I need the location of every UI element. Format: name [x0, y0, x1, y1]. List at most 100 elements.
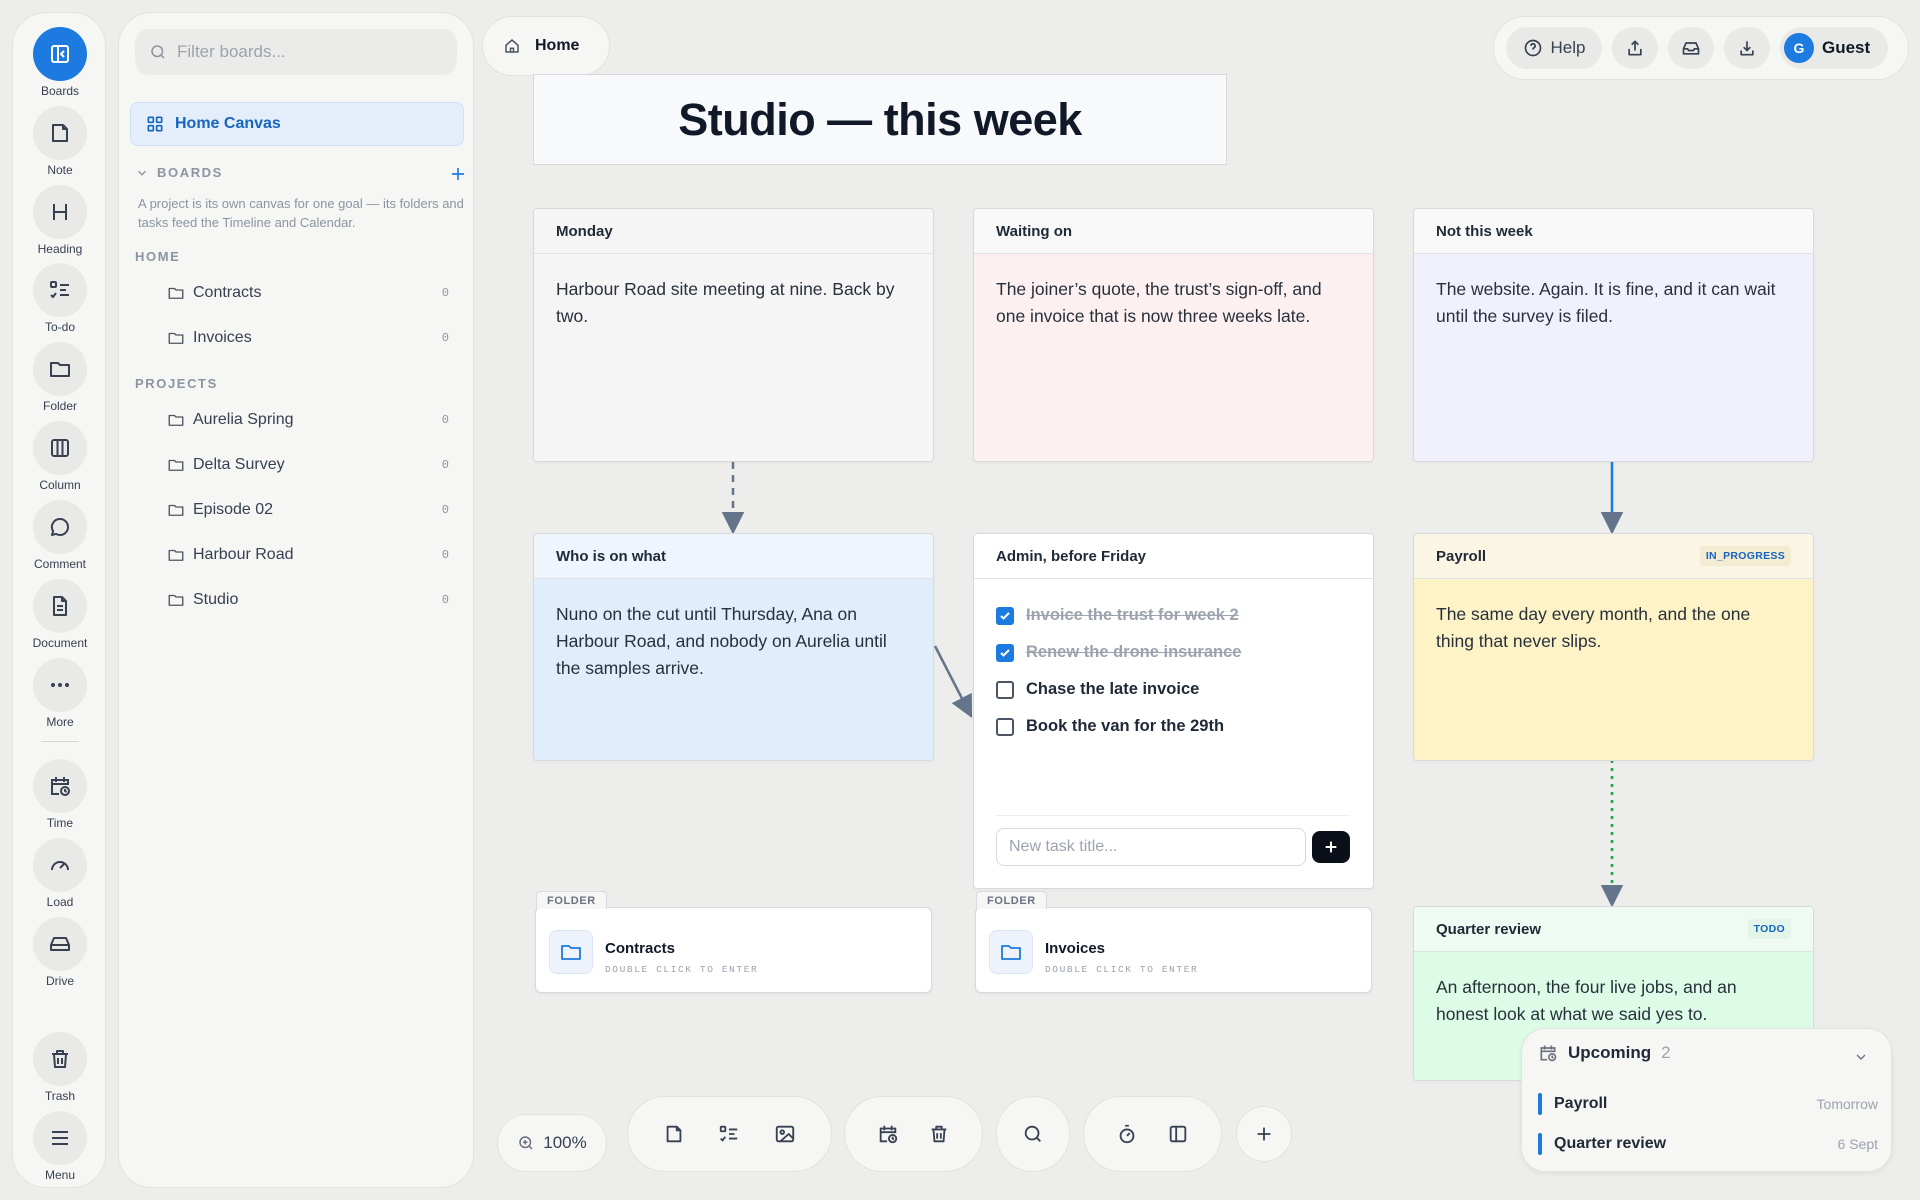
todo-card-admin[interactable]: Admin, before Friday Invoice the trust f…	[973, 533, 1374, 889]
rail-more[interactable]: More	[13, 658, 107, 732]
insert-image-button[interactable]	[762, 1111, 808, 1157]
checkbox-unchecked[interactable]	[996, 680, 1014, 699]
chevron-down-icon[interactable]	[1853, 1049, 1869, 1065]
rail-label: Time	[46, 816, 74, 830]
zoom-icon	[517, 1134, 535, 1152]
filter-boards-input[interactable]	[177, 42, 427, 62]
search-button[interactable]	[1010, 1111, 1056, 1157]
rail-todo[interactable]: To-do	[13, 263, 107, 337]
todo-item[interactable]: Chase the late invoice	[996, 671, 1351, 708]
rail-label: To-do	[44, 320, 76, 334]
rail-menu[interactable]: Menu	[13, 1111, 107, 1185]
rail-boards[interactable]: Boards	[13, 27, 107, 101]
download-button[interactable]	[1724, 27, 1770, 69]
rail-label: Comment	[33, 557, 86, 571]
upcoming-item-when: 6 Sept	[1837, 1136, 1878, 1152]
sidebar-project-episode-02[interactable]: Episode 02 0	[167, 492, 449, 528]
upcoming-header[interactable]: Upcoming 2	[1538, 1043, 1671, 1063]
inbox-button[interactable]	[1668, 27, 1714, 69]
heading-icon	[33, 185, 87, 239]
upcoming-panel: Upcoming 2 Payroll Tomorrow Quarter revi…	[1521, 1028, 1892, 1172]
folder-card-contracts[interactable]: FOLDER Contracts DOUBLE CLICK TO ENTER	[535, 891, 932, 993]
checkbox-checked[interactable]	[996, 643, 1014, 662]
home-canvas-item[interactable]: Home Canvas	[130, 102, 464, 146]
new-task-input[interactable]	[996, 828, 1306, 866]
connector-who-admin	[933, 645, 973, 719]
image-icon	[774, 1123, 796, 1145]
canvas-title-card[interactable]: Studio — this week	[533, 74, 1227, 165]
download-icon	[1737, 38, 1757, 58]
rail-divider	[41, 741, 79, 742]
note-card-not-this-week[interactable]: Not this week The website. Again. It is …	[1413, 208, 1814, 462]
upload-icon	[1625, 38, 1645, 58]
add-board-button[interactable]	[449, 165, 467, 183]
filter-boards-field[interactable]	[135, 29, 457, 75]
todo-item[interactable]: Invoice the trust for week 2	[996, 597, 1351, 634]
checklist-icon	[33, 263, 87, 317]
sidebar-project-delta-survey[interactable]: Delta Survey 0	[167, 447, 449, 483]
boards-section-header[interactable]: BOARDS	[135, 165, 475, 180]
zoom-level: 100%	[543, 1133, 587, 1152]
folder-hint: DOUBLE CLICK TO ENTER	[605, 964, 759, 975]
user-menu-button[interactable]: G Guest	[1780, 27, 1888, 69]
folder-icon	[989, 930, 1033, 974]
sidebar-project-studio[interactable]: Studio 0	[167, 582, 449, 618]
note-icon	[33, 106, 87, 160]
rail-trash[interactable]: Trash	[13, 1032, 107, 1106]
rail-label: Note	[47, 163, 73, 177]
checkbox-checked[interactable]	[996, 606, 1014, 625]
todo-item[interactable]: Book the van for the 29th	[996, 708, 1351, 745]
note-card-who-is-on-what[interactable]: Who is on what Nuno on the cut until Thu…	[533, 533, 934, 761]
rail-folder[interactable]: Folder	[13, 342, 107, 416]
card-title: Admin, before Friday	[974, 534, 1373, 579]
note-card-waiting-on[interactable]: Waiting on The joiner’s quote, the trust…	[973, 208, 1374, 462]
add-task-button[interactable]	[1312, 831, 1350, 863]
folder-icon	[33, 342, 87, 396]
share-button[interactable]	[1612, 27, 1658, 69]
folder-card-invoices[interactable]: FOLDER Invoices DOUBLE CLICK TO ENTER	[975, 891, 1372, 993]
rail-comment[interactable]: Comment	[13, 500, 107, 574]
zoom-control[interactable]: 100%	[497, 1114, 607, 1172]
checkbox-unchecked[interactable]	[996, 717, 1014, 736]
folder-icon	[167, 546, 185, 564]
avatar: G	[1784, 33, 1814, 63]
sidebar-folder-contracts[interactable]: Contracts 0	[167, 275, 449, 311]
status-badge: IN_PROGRESS	[1699, 546, 1791, 566]
rail-column[interactable]: Column	[13, 421, 107, 495]
calendar-clock-icon	[1538, 1043, 1558, 1063]
rail-time[interactable]: Time	[13, 759, 107, 833]
note-card-payroll[interactable]: Payroll IN_PROGRESS The same day every m…	[1413, 533, 1814, 761]
insert-todo-button[interactable]	[706, 1111, 752, 1157]
project-name: Delta Survey	[193, 456, 285, 473]
column-icon	[33, 421, 87, 475]
project-name: Harbour Road	[193, 546, 294, 563]
note-card-monday[interactable]: Monday Harbour Road site meeting at nine…	[533, 208, 934, 462]
todo-item[interactable]: Renew the drone insurance	[996, 634, 1351, 671]
add-button[interactable]	[1236, 1106, 1292, 1162]
schedule-button[interactable]	[865, 1111, 911, 1157]
insert-note-button[interactable]	[651, 1111, 697, 1157]
folder-icon	[167, 284, 185, 302]
upcoming-item[interactable]: Payroll Tomorrow	[1538, 1089, 1878, 1119]
delete-button[interactable]	[916, 1111, 962, 1157]
split-view-button[interactable]	[1155, 1111, 1201, 1157]
folder-icon	[167, 456, 185, 474]
sidebar-project-aurelia-spring[interactable]: Aurelia Spring 0	[167, 402, 449, 438]
project-name: Episode 02	[193, 501, 274, 518]
timer-button[interactable]	[1104, 1111, 1150, 1157]
sidebar-project-harbour-road[interactable]: Harbour Road 0	[167, 537, 449, 573]
rail-heading[interactable]: Heading	[13, 185, 107, 259]
comment-icon	[33, 500, 87, 554]
sidebar-folder-invoices[interactable]: Invoices 0	[167, 320, 449, 356]
home-tab[interactable]: Home	[482, 16, 610, 76]
rail-drive[interactable]: Drive	[13, 917, 107, 991]
rail-load[interactable]: Load	[13, 838, 107, 912]
rail-document[interactable]: Document	[13, 579, 107, 653]
help-button[interactable]: Help	[1506, 27, 1602, 69]
rail-label: Folder	[42, 399, 77, 413]
inbox-icon	[1681, 38, 1701, 58]
card-body: The website. Again. It is fine, and it c…	[1414, 254, 1813, 461]
card-title: Not this week	[1414, 209, 1813, 254]
rail-note[interactable]: Note	[13, 106, 107, 180]
upcoming-item[interactable]: Quarter review 6 Sept	[1538, 1129, 1878, 1159]
